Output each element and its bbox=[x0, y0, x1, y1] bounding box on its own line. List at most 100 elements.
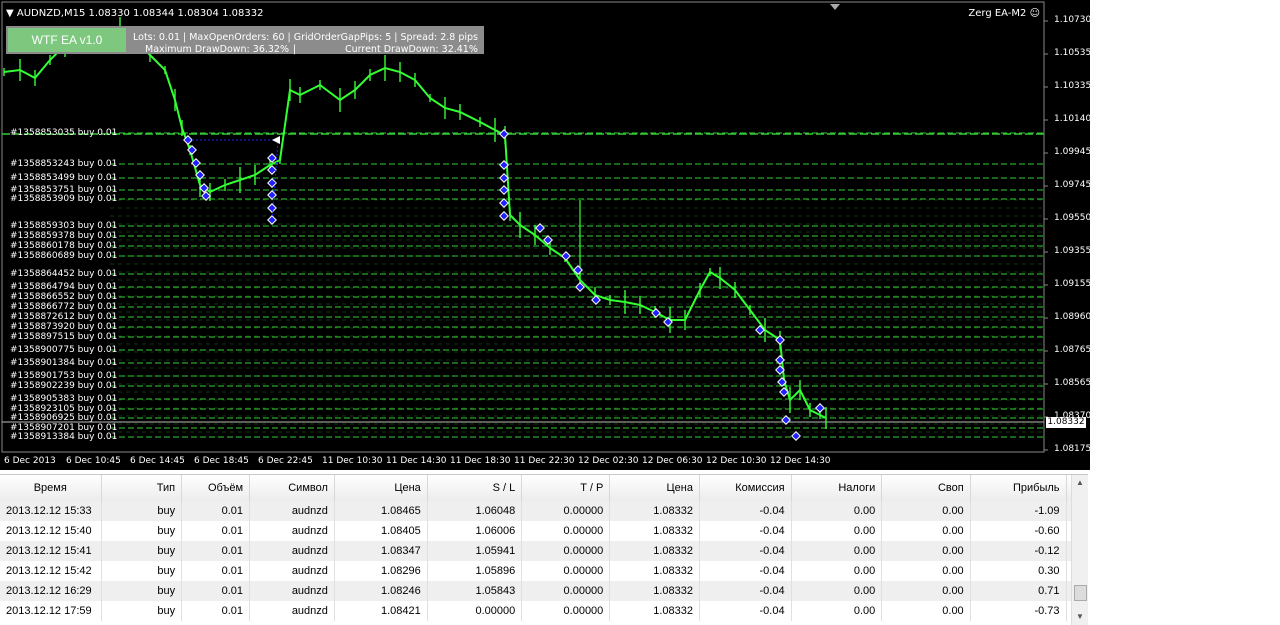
order-ticket-label: #1358859303 buy 0.01 bbox=[10, 221, 118, 231]
table-cell: 0.01 bbox=[181, 541, 251, 561]
table-cell: 1.06006 bbox=[427, 521, 523, 541]
column-header[interactable]: Тип bbox=[101, 475, 183, 501]
order-marker-icon bbox=[499, 129, 509, 139]
symbol-quote: AUDNZD,M15 1.08330 1.08344 1.08304 1.083… bbox=[16, 8, 264, 19]
price-tick-label: 1.10335 bbox=[1054, 81, 1092, 91]
price-tick-label: 1.08175 bbox=[1054, 444, 1092, 454]
max-drawdown: Maximum DrawDown: 36.32% bbox=[145, 44, 290, 55]
table-cell: -0.04 bbox=[699, 541, 792, 561]
order-ticket-label: #1358872612 buy 0.01 bbox=[10, 312, 118, 322]
chart-canvas[interactable] bbox=[0, 0, 1090, 470]
column-header[interactable]: Своп bbox=[881, 475, 971, 501]
order-ticket-label: #1358902239 buy 0.01 bbox=[10, 381, 118, 391]
column-header[interactable]: Прибыль bbox=[970, 475, 1067, 501]
table-cell: 1.08246 bbox=[334, 581, 428, 601]
table-cell: 1.08421 bbox=[334, 601, 428, 621]
chart-shift-icon[interactable] bbox=[830, 4, 840, 10]
order-ticket-label: #1358906925 buy 0.01 bbox=[10, 413, 118, 423]
scroll-thumb[interactable] bbox=[1074, 585, 1087, 601]
table-cell: 0.01 bbox=[181, 581, 251, 601]
table-cell: buy bbox=[101, 581, 183, 601]
table-cell: buy bbox=[101, 521, 183, 541]
table-cell: audnzd bbox=[249, 501, 335, 521]
order-ticket-label: #1358853499 buy 0.01 bbox=[10, 173, 118, 183]
table-row[interactable]: 2013.12.12 17:59 buy 0.01 audnzd 1.08421 0.00… bbox=[0, 601, 1088, 621]
price-tick-label: 1.09945 bbox=[1054, 147, 1092, 157]
table-cell: 0.00 bbox=[881, 561, 971, 581]
table-cell: -0.60 bbox=[970, 521, 1067, 541]
order-ticket-label: #1358905383 buy 0.01 bbox=[10, 394, 118, 404]
price-chart[interactable]: ▼ AUDNZD,M15 1.08330 1.08344 1.08304 1.0… bbox=[0, 0, 1092, 470]
order-ticket-label: #1358864794 buy 0.01 bbox=[10, 282, 118, 292]
column-header[interactable]: S / L bbox=[427, 475, 523, 501]
table-cell: 0.00 bbox=[881, 541, 971, 561]
order-marker-icon bbox=[781, 415, 791, 425]
table-cell: 1.06048 bbox=[427, 501, 523, 521]
column-header[interactable]: Объём bbox=[181, 475, 251, 501]
table-row[interactable]: 2013.12.12 15:42 buy 0.01 audnzd 1.08296 1.05… bbox=[0, 561, 1088, 581]
price-tick-label: 1.09355 bbox=[1054, 246, 1092, 256]
table-row[interactable]: 2013.12.12 15:33 buy 0.01 audnzd 1.08465 1.06… bbox=[0, 501, 1088, 521]
table-cell: -0.12 bbox=[970, 541, 1067, 561]
table-cell: 0.00 bbox=[881, 521, 971, 541]
table-cell: 0.01 bbox=[181, 561, 251, 581]
table-cell: 0.00 bbox=[791, 501, 883, 521]
order-ticket-label: #1358866772 buy 0.01 bbox=[10, 302, 118, 312]
orders-table-body: 2013.12.12 15:33 buy 0.01 audnzd 1.08465 1.06… bbox=[0, 501, 1088, 621]
time-tick-label: 6 Dec 14:45 bbox=[130, 456, 185, 466]
time-tick-label: 6 Dec 10:45 bbox=[66, 456, 121, 466]
table-row[interactable]: 2013.12.12 15:40 buy 0.01 audnzd 1.08405 1.06… bbox=[0, 521, 1088, 541]
dropdown-triangle-icon[interactable]: ▼ bbox=[6, 8, 14, 19]
table-row[interactable]: 2013.12.12 16:29 buy 0.01 audnzd 1.08246 1.05… bbox=[0, 581, 1088, 601]
order-ticket-label: #1358853035 buy 0.01 bbox=[10, 128, 118, 138]
column-header[interactable]: T / P bbox=[521, 475, 611, 501]
column-header[interactable]: Символ bbox=[249, 475, 335, 501]
arrow-marker-icon bbox=[272, 136, 280, 144]
order-marker-icon bbox=[499, 211, 509, 221]
column-header[interactable]: Комиссия bbox=[699, 475, 792, 501]
table-cell: -0.73 bbox=[970, 601, 1067, 621]
time-tick-label: 12 Dec 14:30 bbox=[770, 456, 831, 466]
order-ticket-label: #1358897515 buy 0.01 bbox=[10, 332, 118, 342]
time-tick-label: 11 Dec 22:30 bbox=[514, 456, 575, 466]
table-cell: 0.00000 bbox=[521, 521, 611, 541]
table-cell: -0.04 bbox=[699, 601, 792, 621]
order-ticket-label: #1358901753 buy 0.01 bbox=[10, 371, 118, 381]
table-cell: 0.00 bbox=[881, 601, 971, 621]
time-tick-label: 12 Dec 02:30 bbox=[578, 456, 639, 466]
column-header[interactable]: Налоги bbox=[791, 475, 883, 501]
order-ticket-label: #1358901384 buy 0.01 bbox=[10, 358, 118, 368]
order-ticket-label: #1358866552 buy 0.01 bbox=[10, 292, 118, 302]
table-cell: buy bbox=[101, 561, 183, 581]
table-cell: 0.00000 bbox=[521, 501, 611, 521]
order-ticket-label: #1358860689 buy 0.01 bbox=[10, 251, 118, 261]
ea-info-panel: WTF EA v1.0 Lots: 0.01 | MaxOpenOrders: … bbox=[6, 26, 484, 55]
column-header[interactable]: Время bbox=[0, 475, 102, 501]
time-tick-label: 11 Dec 14:30 bbox=[386, 456, 447, 466]
order-ticket-label: #1358913384 buy 0.01 bbox=[10, 432, 118, 442]
table-cell: 1.08332 bbox=[609, 601, 700, 621]
column-header[interactable]: Цена bbox=[334, 475, 428, 501]
table-cell: 1.08332 bbox=[609, 581, 700, 601]
table-cell: 0.00 bbox=[791, 561, 883, 581]
table-row[interactable]: 2013.12.12 15:41 buy 0.01 audnzd 1.08347 1.05… bbox=[0, 541, 1088, 561]
table-cell: 2013.12.12 17:59 bbox=[0, 601, 102, 621]
table-cell: 1.08465 bbox=[334, 501, 428, 521]
current-price-marker: 1.08332 bbox=[1046, 417, 1086, 428]
scroll-up-icon[interactable]: ▲ bbox=[1072, 475, 1088, 491]
table-cell: 1.08332 bbox=[609, 541, 700, 561]
table-cell: 1.05843 bbox=[427, 581, 523, 601]
table-cell: -1.09 bbox=[970, 501, 1067, 521]
vertical-scrollbar[interactable]: ▲ ▼ bbox=[1071, 475, 1088, 625]
time-tick-label: 11 Dec 18:30 bbox=[450, 456, 511, 466]
table-cell: 2013.12.12 15:41 bbox=[0, 541, 102, 561]
column-header[interactable]: Цена bbox=[609, 475, 700, 501]
table-cell: 0.01 bbox=[181, 601, 251, 621]
drawdown-separator: | bbox=[293, 44, 297, 55]
time-tick-label: 12 Dec 06:30 bbox=[642, 456, 703, 466]
time-tick-label: 12 Dec 10:30 bbox=[706, 456, 767, 466]
expert-advisor-name: Zerg EA-M2 ☺ bbox=[968, 8, 1040, 19]
table-cell: 0.00 bbox=[791, 581, 883, 601]
scroll-down-icon[interactable]: ▼ bbox=[1072, 609, 1088, 625]
orders-table: Время Тип Объём Символ Цена S / LT / P Цена Ком… bbox=[0, 475, 1088, 621]
